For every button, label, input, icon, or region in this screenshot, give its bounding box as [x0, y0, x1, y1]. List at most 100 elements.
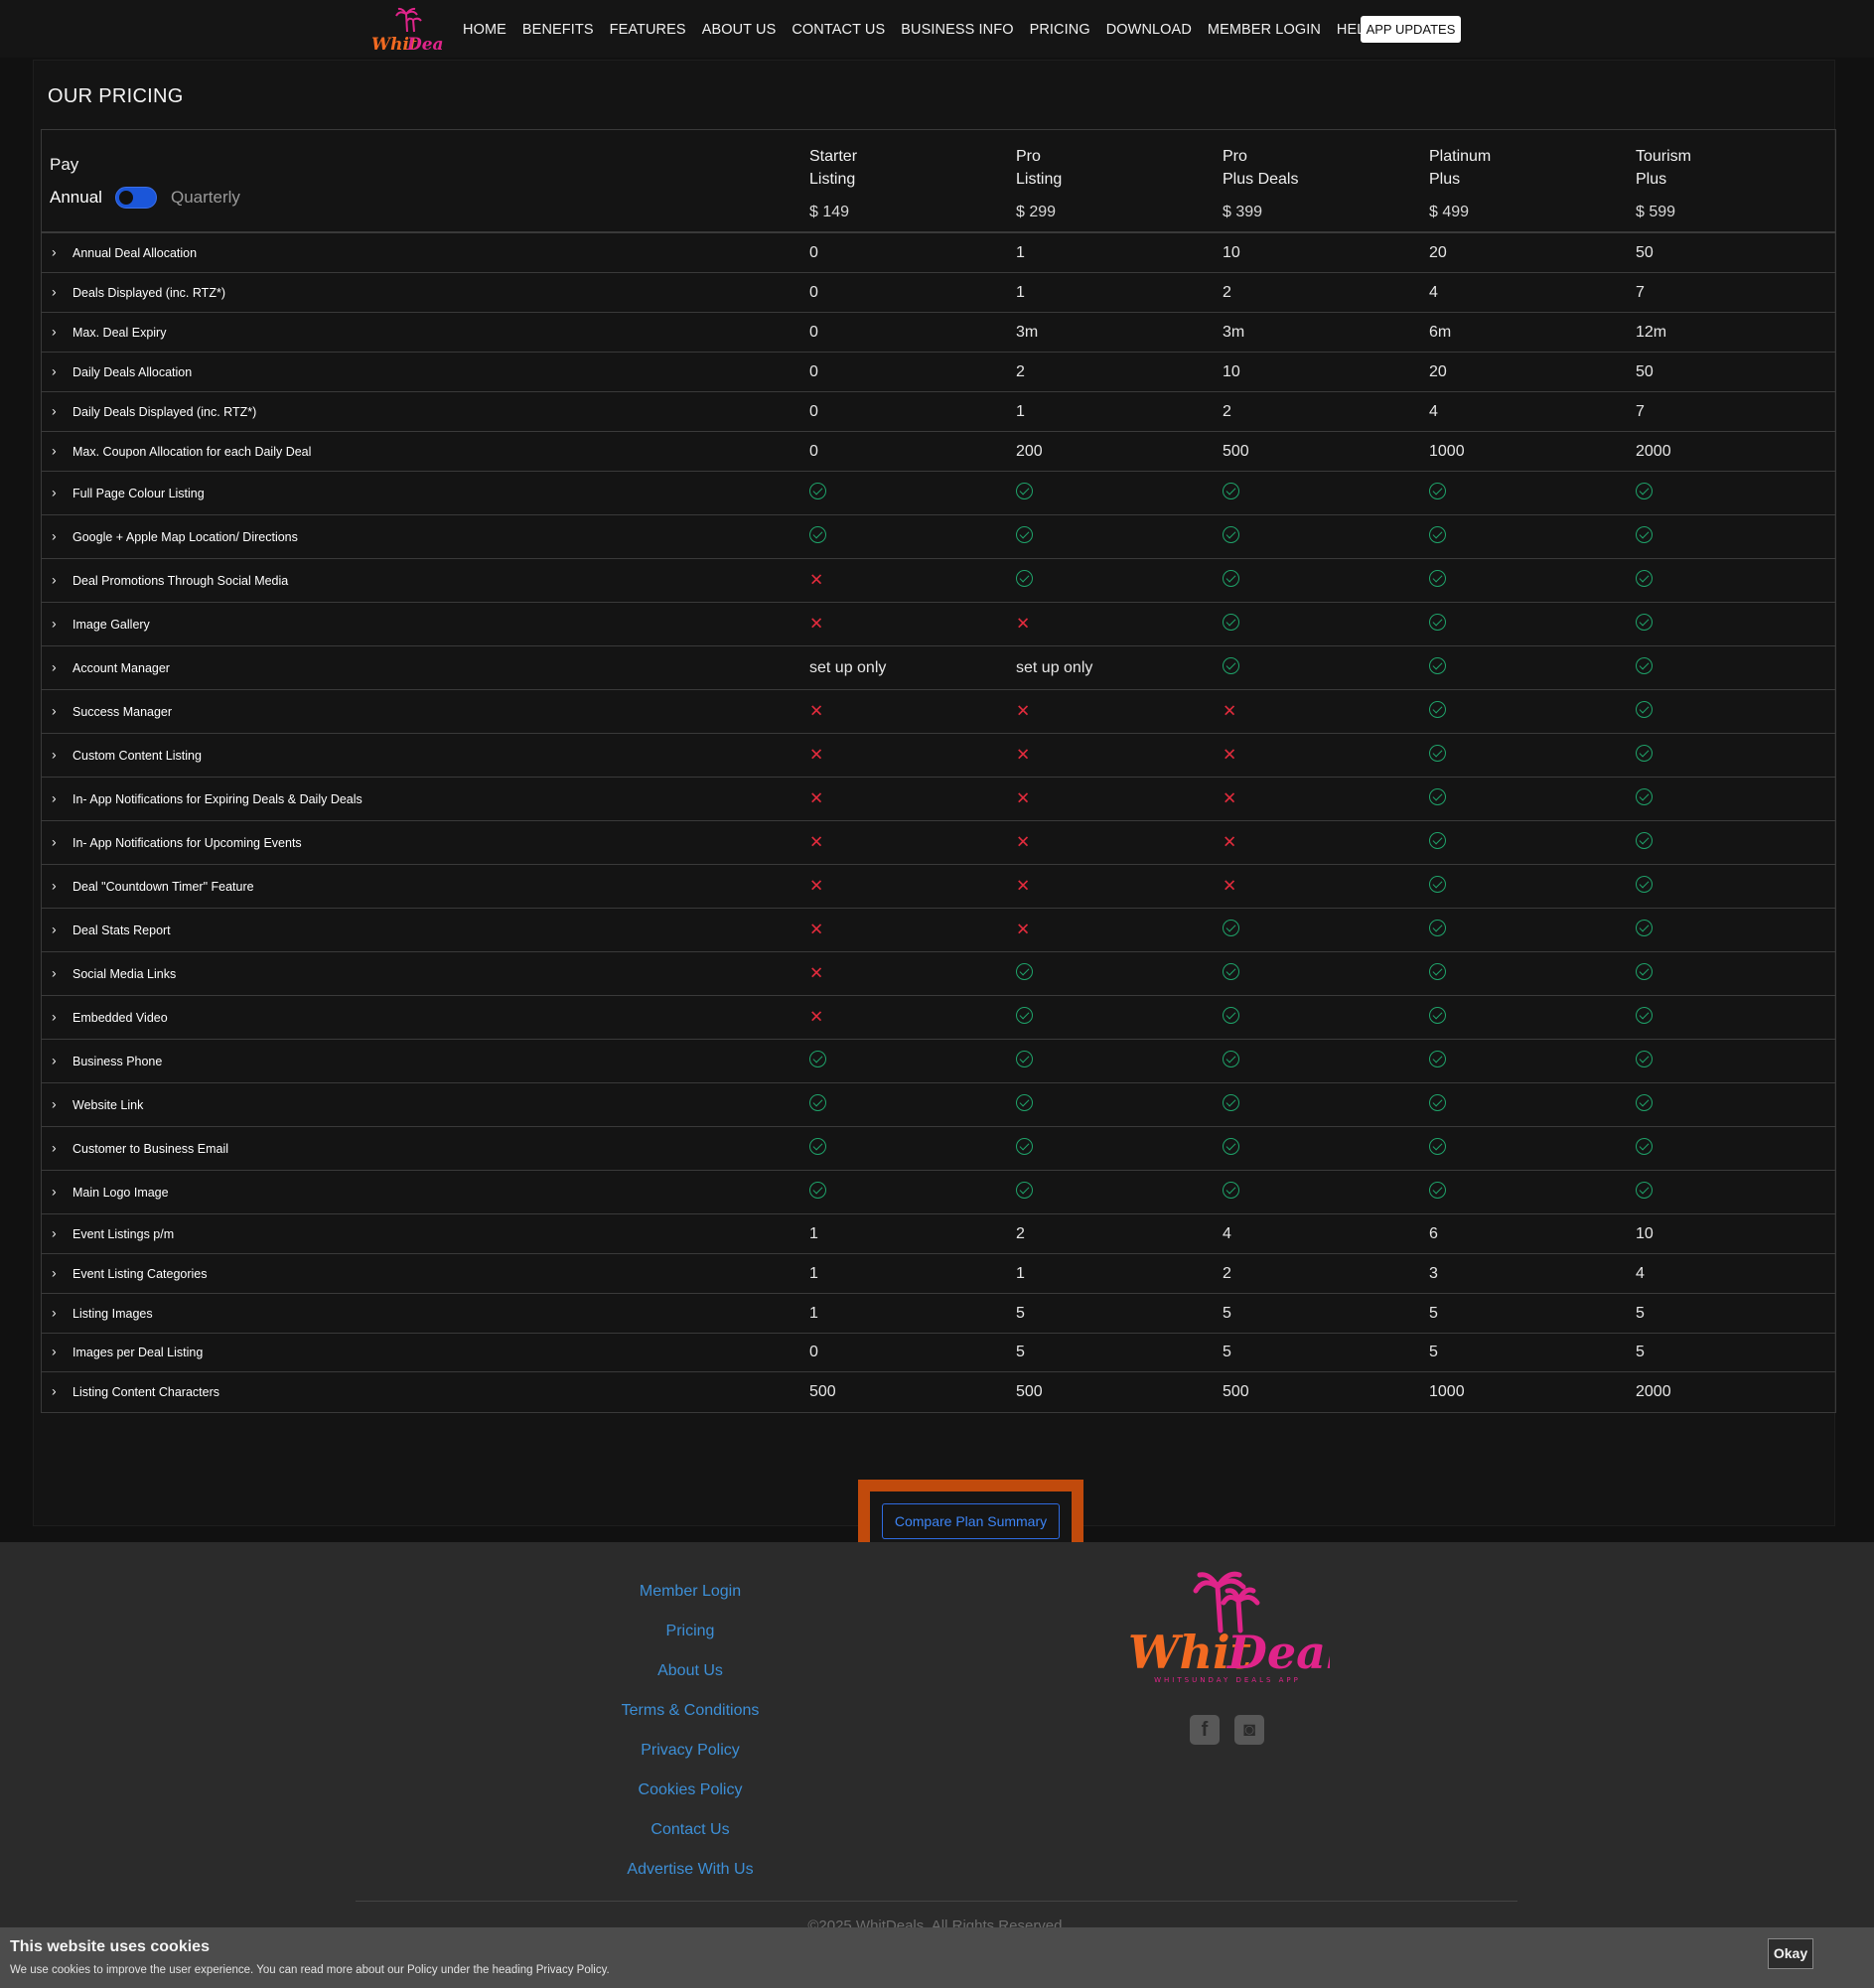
- nav-business-info[interactable]: BUSINESS INFO: [901, 22, 1013, 38]
- nav-contact-us[interactable]: CONTACT US: [792, 22, 885, 38]
- footer-link-contact-us[interactable]: Contact Us: [556, 1820, 824, 1860]
- feature-row[interactable]: › Images per Deal Listing 0 5 5 5 5: [42, 1334, 1835, 1372]
- feature-row[interactable]: › Social Media Links ✕: [42, 952, 1835, 996]
- nav-features[interactable]: FEATURES: [610, 22, 686, 38]
- footer-link-privacy-policy[interactable]: Privacy Policy: [556, 1741, 824, 1780]
- chevron-right-icon[interactable]: ›: [52, 1095, 57, 1111]
- check-circle-icon: [1429, 613, 1446, 636]
- feature-row[interactable]: › Customer to Business Email: [42, 1127, 1835, 1171]
- chevron-right-icon[interactable]: ›: [52, 1304, 57, 1320]
- check-circle-icon: [1636, 656, 1653, 679]
- nav-about-us[interactable]: ABOUT US: [702, 22, 777, 38]
- chevron-right-icon[interactable]: ›: [52, 833, 57, 849]
- feature-row[interactable]: › In- App Notifications for Expiring Deal…: [42, 778, 1835, 821]
- footer-link-member-login[interactable]: Member Login: [556, 1582, 824, 1622]
- feature-row[interactable]: › Website Link: [42, 1083, 1835, 1127]
- feature-row[interactable]: › Account Manager set up only set up only: [42, 646, 1835, 690]
- plan-header: Pro Listing $ 299: [1016, 145, 1062, 223]
- chevron-right-icon[interactable]: ›: [52, 1183, 57, 1199]
- whitdeals-logo[interactable]: Whit Deals: [369, 6, 443, 54]
- feature-row[interactable]: › Custom Content Listing ✕ ✕ ✕: [42, 734, 1835, 778]
- chevron-right-icon[interactable]: ›: [52, 484, 57, 499]
- check-icon: [1429, 1006, 1446, 1024]
- check-icon: [1636, 962, 1653, 980]
- feature-value: 10: [1223, 362, 1240, 380]
- chevron-right-icon[interactable]: ›: [52, 615, 57, 631]
- chevron-right-icon[interactable]: ›: [52, 746, 57, 762]
- feature-row[interactable]: › Deal Promotions Through Social Media ✕: [42, 559, 1835, 603]
- feature-row[interactable]: › Listing Images 1 5 5 5 5: [42, 1294, 1835, 1334]
- chevron-right-icon[interactable]: ›: [52, 243, 57, 259]
- plan-name-line2: Plus Deals: [1223, 171, 1299, 188]
- feature-row[interactable]: › Google + Apple Map Location/ Directions: [42, 515, 1835, 559]
- feature-row[interactable]: › Annual Deal Allocation 0 1 10 20 50: [42, 233, 1835, 273]
- chevron-right-icon[interactable]: ›: [52, 362, 57, 378]
- feature-row[interactable]: › Embedded Video ✕: [42, 996, 1835, 1040]
- feature-row[interactable]: › Event Listings p/m 1 2 4 6 10: [42, 1214, 1835, 1254]
- chevron-right-icon[interactable]: ›: [52, 877, 57, 893]
- chevron-right-icon[interactable]: ›: [52, 571, 57, 587]
- nav-pricing[interactable]: PRICING: [1030, 22, 1090, 38]
- check-circle-icon: [1223, 1050, 1239, 1072]
- feature-row[interactable]: › Listing Content Characters 500 500 500 1000…: [42, 1372, 1835, 1412]
- feature-row[interactable]: › Max. Coupon Allocation for each Daily D…: [42, 432, 1835, 472]
- chevron-right-icon[interactable]: ›: [52, 702, 57, 718]
- feature-value: 200: [1016, 442, 1043, 460]
- footer-link-cookies-policy[interactable]: Cookies Policy: [556, 1780, 824, 1820]
- footer-link-about-us[interactable]: About Us: [556, 1661, 824, 1701]
- feature-row[interactable]: › Business Phone: [42, 1040, 1835, 1083]
- feature-row[interactable]: › Success Manager ✕ ✕ ✕: [42, 690, 1835, 734]
- chevron-right-icon[interactable]: ›: [52, 527, 57, 543]
- chevron-right-icon[interactable]: ›: [52, 1264, 57, 1280]
- chevron-right-icon[interactable]: ›: [52, 283, 57, 299]
- nav-benefits[interactable]: BENEFITS: [522, 22, 594, 38]
- plan-header: Platinum Plus $ 499: [1429, 145, 1491, 223]
- chevron-right-icon[interactable]: ›: [52, 442, 57, 458]
- feature-row[interactable]: › Daily Deals Displayed (inc. RTZ*) 0 1 2 4 7: [42, 392, 1835, 432]
- nav-home[interactable]: HOME: [463, 22, 506, 38]
- chevron-right-icon[interactable]: ›: [52, 1052, 57, 1067]
- feature-row[interactable]: › Deal "Countdown Timer" Feature ✕ ✕ ✕: [42, 865, 1835, 909]
- billing-period-toggle[interactable]: [115, 187, 157, 209]
- annual-label[interactable]: Annual: [50, 188, 102, 208]
- feature-value: 4: [1223, 1224, 1231, 1242]
- chevron-right-icon[interactable]: ›: [52, 1382, 57, 1398]
- check-icon: [1429, 482, 1446, 499]
- compare-plan-summary-button[interactable]: Compare Plan Summary: [882, 1503, 1060, 1539]
- chevron-right-icon[interactable]: ›: [52, 1008, 57, 1024]
- check-icon: [809, 1050, 826, 1067]
- chevron-right-icon[interactable]: ›: [52, 1224, 57, 1240]
- chevron-right-icon[interactable]: ›: [52, 789, 57, 805]
- instagram-icon[interactable]: ◙: [1234, 1715, 1264, 1745]
- feature-row[interactable]: › Full Page Colour Listing: [42, 472, 1835, 515]
- feature-row[interactable]: › Deals Displayed (inc. RTZ*) 0 1 2 4 7: [42, 273, 1835, 313]
- check-circle-icon: [1429, 1050, 1446, 1072]
- chevron-right-icon[interactable]: ›: [52, 323, 57, 339]
- chevron-right-icon[interactable]: ›: [52, 402, 57, 418]
- feature-value: 5: [1223, 1304, 1231, 1322]
- chevron-right-icon[interactable]: ›: [52, 658, 57, 674]
- quarterly-label[interactable]: Quarterly: [171, 188, 240, 208]
- feature-row[interactable]: › Daily Deals Allocation 0 2 10 20 50: [42, 353, 1835, 392]
- feature-row[interactable]: › In- App Notifications for Upcoming Even…: [42, 821, 1835, 865]
- app-updates-button[interactable]: APP UPDATES: [1361, 16, 1461, 43]
- feature-row[interactable]: › Main Logo Image: [42, 1171, 1835, 1214]
- footer-divider: [356, 1901, 1517, 1902]
- footer-link-advertise[interactable]: Advertise With Us: [556, 1860, 824, 1900]
- nav-member-login[interactable]: MEMBER LOGIN: [1208, 22, 1321, 38]
- nav-download[interactable]: DOWNLOAD: [1106, 22, 1192, 38]
- chevron-right-icon[interactable]: ›: [52, 964, 57, 980]
- check-circle-icon: [1223, 1006, 1239, 1029]
- chevron-right-icon[interactable]: ›: [52, 1139, 57, 1155]
- feature-row[interactable]: › Image Gallery ✕ ✕: [42, 603, 1835, 646]
- footer-link-terms[interactable]: Terms & Conditions: [556, 1701, 824, 1741]
- facebook-icon[interactable]: f: [1190, 1715, 1220, 1745]
- chevron-right-icon[interactable]: ›: [52, 921, 57, 936]
- feature-row[interactable]: › Max. Deal Expiry 0 3m 3m 6m 12m: [42, 313, 1835, 353]
- feature-row[interactable]: › Deal Stats Report ✕ ✕: [42, 909, 1835, 952]
- feature-name: Max. Coupon Allocation for each Daily De…: [72, 444, 312, 459]
- footer-link-pricing[interactable]: Pricing: [556, 1622, 824, 1661]
- feature-row[interactable]: › Event Listing Categories 1 1 2 3 4: [42, 1254, 1835, 1294]
- cookie-okay-button[interactable]: Okay: [1768, 1938, 1813, 1969]
- chevron-right-icon[interactable]: ›: [52, 1343, 57, 1358]
